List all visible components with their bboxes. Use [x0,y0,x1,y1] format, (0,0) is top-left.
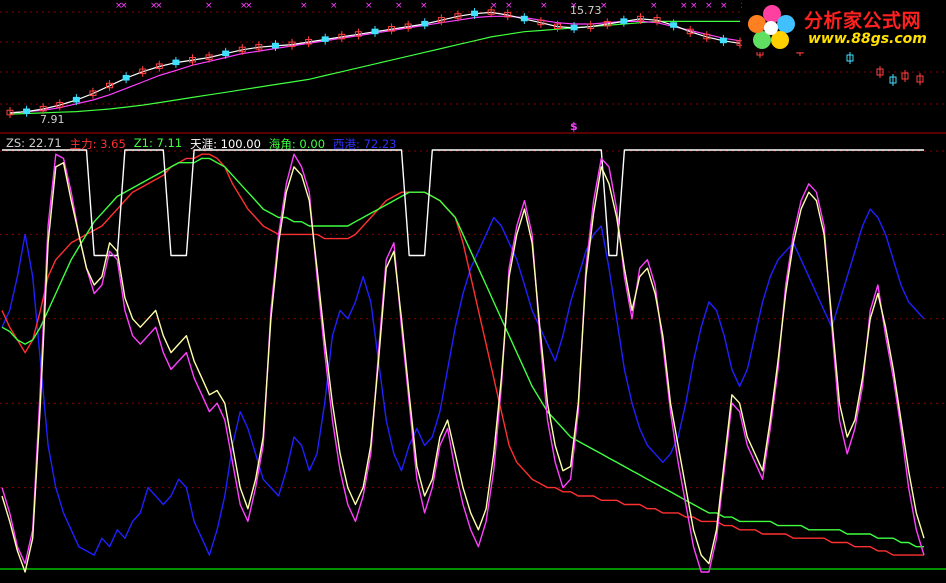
top-marker-7: × [300,1,308,11]
candle-body-4 [72,96,80,103]
price-low-label: 7.91 [40,113,65,126]
top-marker-8: × [330,1,338,11]
flower-icon [748,5,795,49]
candle-body-25 [421,20,429,27]
candle-body-19 [321,36,329,42]
top-marker-4: × [205,1,213,11]
indicator-legend: ZS: 22.71 主力: 3.65 Z1: 7.11 天涯: 100.00 海… [6,136,397,152]
top-marker-1: × [120,1,128,11]
top-marker-13: × [505,1,513,11]
top-marker-6: × [245,1,253,11]
top-marker-14: × [540,1,548,11]
logo-url: www.88gs.com [808,31,927,47]
candle-body-34 [570,24,578,31]
series-主力 [1,153,924,556]
chart-root: ××××××××××××××××××××××× ZS: 22.71 主力: 3.… [0,0,946,583]
series-海角 [1,153,925,573]
legend-haijiao: 海角: 0.00 [268,137,326,151]
top-marker-9: × [365,1,373,11]
candle-body-37 [620,18,628,24]
candle-body-43 [719,37,727,44]
legend-xigang: 西港: 72.23 [333,137,397,151]
candle-body-40 [670,22,678,28]
candle-body-28 [471,10,479,17]
top-marker-18: × [680,1,688,11]
top-marker-3: × [155,1,163,11]
candle-body-31 [520,15,528,22]
price-high-label: 15.73 [570,4,602,17]
candle-body-10 [172,59,180,66]
series-天涯 [2,149,924,257]
legend-tianya: 天涯: 100.00 [190,137,261,151]
top-marker-20: × [705,1,713,11]
top-marker-17: × [650,1,658,11]
top-marker-19: × [690,1,698,11]
legend-z1: Z1: 7.11 [133,136,183,150]
candle-body-13 [222,50,230,57]
legend-zs: ZS: 22.71 [6,136,62,150]
candle-body-16 [271,42,279,49]
top-marker-11: × [420,1,428,11]
candle-body-1 [23,108,31,114]
legend-zhuli: 主力: 3.65 [69,137,126,151]
candle-body-22 [371,28,379,35]
candle-body-7 [122,75,130,81]
top-marker-21: × [720,1,728,11]
chart-canvas: ××××××××××××××××××××××× [0,1,946,573]
top-marker-12: × [490,1,498,11]
signal-marker: $ [570,120,578,133]
site-logo[interactable]: 分析家公式网 www.88gs.com [742,0,946,52]
logo-title: 分析家公式网 [804,10,922,32]
top-marker-10: × [395,1,403,11]
